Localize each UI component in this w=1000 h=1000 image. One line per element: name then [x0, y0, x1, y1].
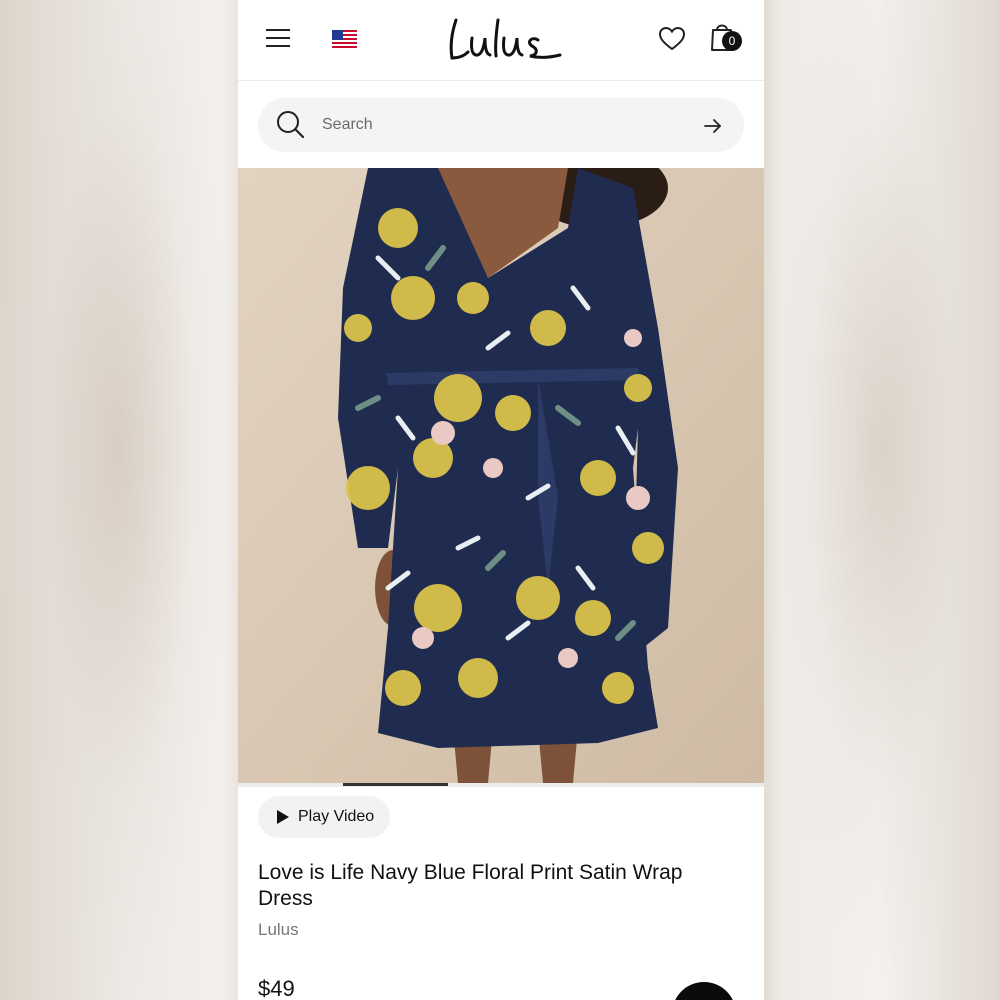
mobile-page: 0 Search Play Video Love is Life Navy Bl…	[238, 0, 764, 1000]
search-bar[interactable]	[258, 98, 744, 152]
search-icon	[277, 111, 305, 139]
play-video-button[interactable]: Play Video	[258, 796, 390, 838]
carousel-progress	[238, 783, 764, 787]
dress-photo-illustration	[238, 168, 764, 783]
background-blur-right	[764, 0, 1000, 1000]
chat-button[interactable]	[672, 982, 736, 1000]
product-price: $49	[258, 976, 295, 1000]
background-blur-left	[0, 0, 238, 1000]
search-input[interactable]	[322, 113, 672, 137]
us-flag-icon[interactable]	[332, 30, 357, 48]
product-title: Love is Life Navy Blue Floral Print Sati…	[258, 861, 683, 910]
play-video-label: Play Video	[298, 808, 375, 825]
product-brand[interactable]: Lulus	[258, 920, 299, 940]
lulus-logo[interactable]	[438, 14, 568, 66]
heart-icon[interactable]	[658, 26, 686, 52]
site-header: 0	[238, 0, 764, 81]
cart-count-badge: 0	[722, 31, 742, 51]
product-image[interactable]	[238, 168, 764, 783]
hamburger-menu-icon[interactable]	[264, 26, 292, 50]
carousel-active-indicator	[343, 783, 448, 786]
play-icon	[277, 810, 289, 824]
arrow-right-icon[interactable]	[702, 115, 724, 137]
